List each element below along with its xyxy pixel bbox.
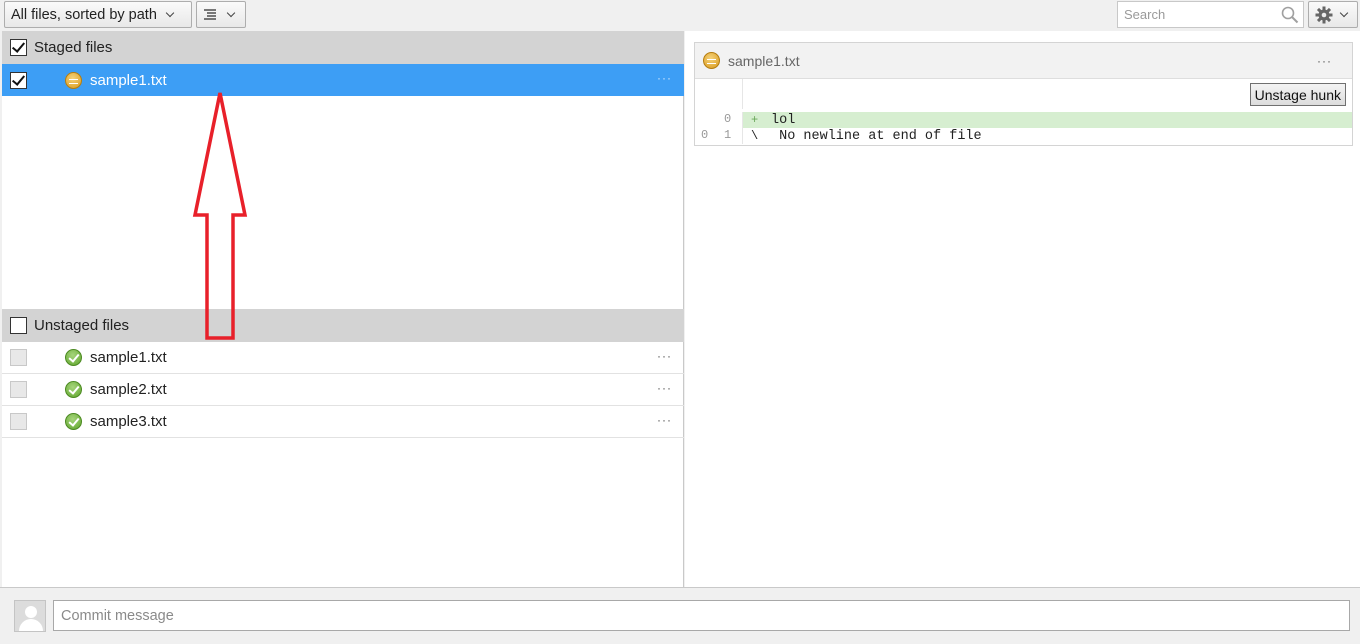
file-name: sample2.txt [90,381,167,398]
line-text: No newline at end of file [771,128,982,144]
line-content: + lol [743,112,1352,128]
gutter [695,79,743,109]
modified-status-icon [703,52,720,69]
more-options-icon[interactable]: ··· [657,414,672,426]
chevron-down-icon [226,8,236,17]
staged-all-checkbox[interactable] [10,39,27,56]
more-options-icon[interactable]: ··· [657,350,672,362]
new-line-number: 1 [724,128,732,142]
file-checkbox[interactable] [10,349,27,366]
more-options-icon[interactable]: ··· [1317,55,1332,67]
unstaged-files-title: Unstaged files [34,317,130,334]
unstaged-file-row[interactable]: sample3.txt ··· [2,406,684,438]
avatar [14,600,46,632]
unstaged-file-row[interactable]: sample2.txt ··· [2,374,684,406]
commit-bar [0,587,1360,644]
toolbar: All files, sorted by path [0,0,1360,30]
line-content: \ No newline at end of file [743,128,1352,144]
search-icon[interactable] [1281,6,1299,24]
more-options-icon[interactable]: ··· [657,72,672,84]
diff-header: sample1.txt ··· [695,43,1352,79]
staged-files-header[interactable]: Staged files [2,31,684,64]
file-name: sample1.txt [90,349,167,366]
file-list-panel: Staged files sample1.txt ··· Unstaged fi… [2,31,684,587]
line-numbers: 0 1 [695,128,743,144]
unstage-hunk-button[interactable]: Unstage hunk [1249,83,1346,106]
clean-status-icon [65,413,82,430]
old-line-number: 0 [701,128,709,142]
file-checkbox[interactable] [10,381,27,398]
diff-line[interactable]: 0 + lol [695,112,1352,128]
clean-status-icon [65,381,82,398]
settings-dropdown[interactable] [1308,1,1358,28]
view-mode-dropdown[interactable] [196,1,246,28]
more-options-icon[interactable]: ··· [657,382,672,394]
modified-status-icon [65,71,82,89]
file-checkbox[interactable] [10,413,27,430]
search-box[interactable] [1117,1,1304,28]
staged-file-row[interactable]: sample1.txt ··· [2,64,684,96]
file-filter-dropdown[interactable]: All files, sorted by path [4,1,192,28]
file-name: sample3.txt [90,413,167,430]
chevron-down-icon [165,8,175,17]
chevron-down-icon [1339,8,1349,17]
unstaged-files-header[interactable]: Unstaged files [2,309,684,342]
line-marker: \ [751,129,759,143]
line-numbers: 0 [695,112,743,128]
file-name: sample1.txt [90,71,167,89]
unstaged-file-row[interactable]: sample1.txt ··· [2,342,684,374]
new-line-number: 0 [724,112,732,126]
avatar-head [25,606,37,618]
unstaged-all-checkbox[interactable] [10,317,27,334]
gear-icon [1315,6,1333,23]
staged-files-title: Staged files [34,39,113,56]
diff-file-name: sample1.txt [728,52,800,69]
annotation-arrow-icon [192,92,248,340]
avatar-body [19,619,43,631]
line-marker: + [751,113,759,127]
clean-status-icon [65,349,82,366]
diff-panel: sample1.txt ··· Unstage hunk 0 + lol 0 1… [685,31,1360,587]
search-input[interactable] [1124,7,1274,22]
file-checkbox[interactable] [10,71,27,89]
diff-view: sample1.txt ··· Unstage hunk 0 + lol 0 1… [694,42,1353,146]
list-tree-icon [204,8,216,20]
commit-message-input[interactable] [53,600,1350,631]
diff-line[interactable]: 0 1 \ No newline at end of file [695,128,1352,144]
line-text: lol [771,112,796,128]
file-filter-label: All files, sorted by path [11,6,157,23]
